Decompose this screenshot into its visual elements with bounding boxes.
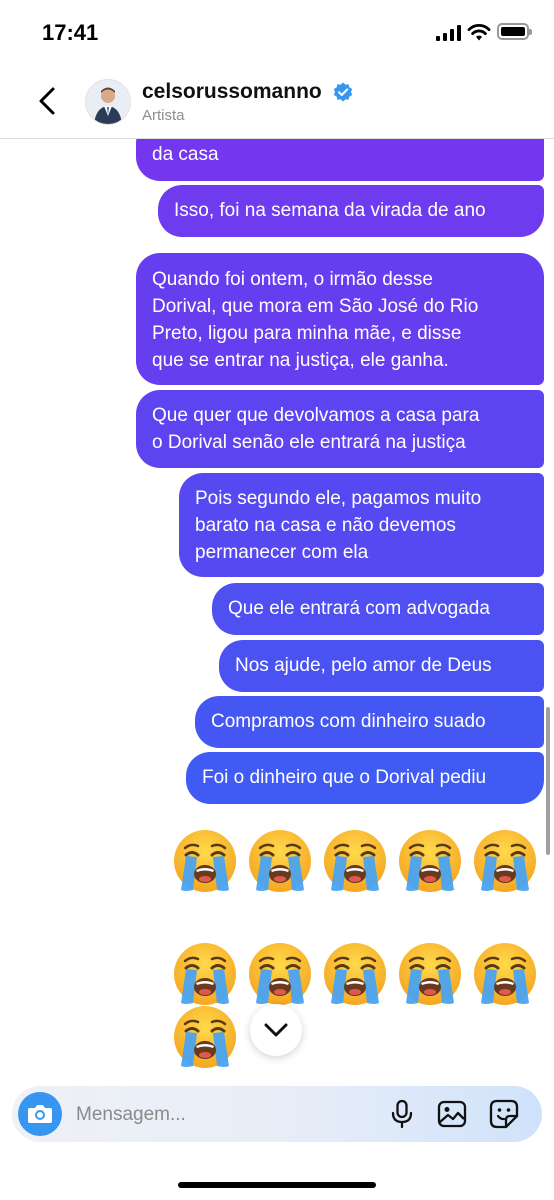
message-bubble[interactable]: Isso, foi na semana da virada de ano — [158, 185, 544, 237]
message-bubble[interactable]: Nos ajude, pelo amor de Deus — [219, 640, 544, 692]
sticker-icon[interactable] — [488, 1098, 520, 1130]
battery-icon — [497, 23, 532, 40]
message-composer — [12, 1086, 542, 1144]
profile-username[interactable]: celsorussomanno — [142, 80, 322, 104]
loudly-crying-face-icon — [249, 943, 311, 1005]
chat-header: celsorussomanno Artista — [0, 64, 554, 139]
chevron-down-icon — [264, 1023, 288, 1037]
profile-subtitle: Artista — [142, 107, 185, 124]
message-bubble[interactable]: Foi o dinheiro que o Dorival pediu — [186, 752, 544, 804]
loudly-crying-face-icon — [474, 943, 536, 1005]
loudly-crying-face-icon — [399, 943, 461, 1005]
camera-button[interactable] — [18, 1092, 62, 1136]
loudly-crying-face-icon — [174, 943, 236, 1005]
status-bar: 17:41 — [0, 0, 554, 64]
loudly-crying-face-icon — [324, 830, 386, 892]
loudly-crying-face-icon — [174, 830, 236, 892]
message-bubble[interactable]: Que quer que devolvamos a casa para o Do… — [136, 390, 544, 468]
camera-icon — [28, 1105, 52, 1123]
loudly-crying-face-icon — [474, 830, 536, 892]
cellular-signal-icon — [436, 25, 462, 41]
message-bubble[interactable]: da casa — [136, 139, 544, 181]
gallery-icon[interactable] — [436, 1098, 468, 1130]
message-thread[interactable]: da casa Isso, foi na semana da virada de… — [0, 139, 554, 1080]
loudly-crying-face-icon — [249, 830, 311, 892]
message-bubble[interactable]: Quando foi ontem, o irmão desse Dorival,… — [136, 253, 544, 385]
loudly-crying-face-icon — [324, 943, 386, 1005]
microphone-icon[interactable] — [386, 1098, 418, 1130]
loudly-crying-face-icon — [399, 830, 461, 892]
message-bubble[interactable]: Que ele entrará com advogada — [212, 583, 544, 635]
message-bubble[interactable]: Compramos com dinheiro suado — [195, 696, 544, 748]
scrollbar[interactable] — [546, 707, 550, 855]
wifi-icon — [467, 24, 491, 41]
message-bubble[interactable]: Pois segundo ele, pagamos muito barato n… — [179, 473, 544, 577]
back-arrow-icon[interactable] — [34, 86, 62, 116]
status-time: 17:41 — [42, 20, 99, 45]
verified-badge-icon — [333, 82, 353, 102]
loudly-crying-face-icon — [174, 1006, 236, 1068]
avatar[interactable] — [85, 79, 131, 125]
scroll-down-button[interactable] — [250, 1004, 302, 1056]
message-input[interactable] — [74, 1086, 368, 1144]
home-indicator — [178, 1182, 376, 1188]
